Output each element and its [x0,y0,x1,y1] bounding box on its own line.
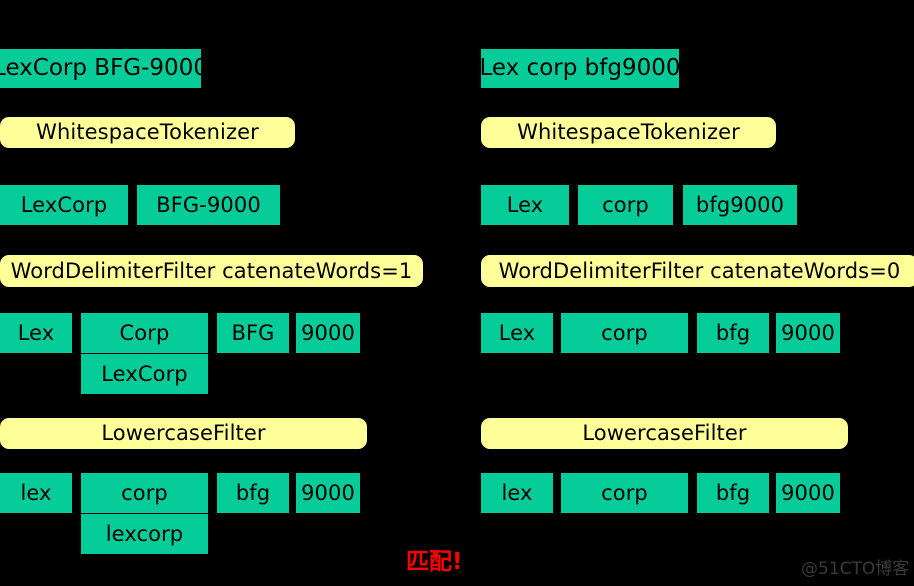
right-token-bfg-lower: bfg [697,473,769,513]
left-token-lex-lower: lex [0,473,72,513]
right-token-9000-wdf: 9000 [776,313,840,353]
right-token-corp-lower: corp [561,473,688,513]
site-watermark: @51CTO博客 [801,559,910,579]
left-filter-word-delimiter: WordDelimiterFilter catenateWords=1 [0,255,423,287]
left-token-9000-lower: 9000 [296,473,360,513]
right-token-corp: corp [578,185,673,225]
diagram-canvas: LexCorp BFG-9000 WhitespaceTokenizer Lex… [0,0,914,586]
right-token-bfg-wdf: bfg [697,313,769,353]
left-token-catenated-lexcorp-lower: lexcorp [81,514,208,554]
right-token-lex: Lex [481,185,569,225]
right-token-9000-lower: 9000 [776,473,840,513]
right-token-lex-lower: lex [481,473,553,513]
right-filter-word-delimiter: WordDelimiterFilter catenateWords=0 [481,255,914,287]
left-token-9000: 9000 [296,313,360,353]
left-filter-lowercase: LowercaseFilter [0,418,367,449]
right-source-text: Lex corp bfg9000 [480,49,681,88]
right-token-corp-wdf: corp [561,313,688,353]
left-token-bfg: BFG [217,313,289,353]
left-token-lex: Lex [0,313,72,353]
left-token-bfg-lower: bfg [217,473,289,513]
right-token-lex-wdf: Lex [481,313,553,353]
left-token-catenated-lexcorp: LexCorp [81,354,208,394]
right-filter-whitespace-tokenizer: WhitespaceTokenizer [481,117,776,148]
left-filter-whitespace-tokenizer: WhitespaceTokenizer [0,117,295,148]
left-token-corp: Corp [81,313,208,354]
left-token-bfg-9000: BFG-9000 [137,185,280,225]
left-source-text: LexCorp BFG-9000 [0,49,208,88]
match-annotation: 匹配! [406,549,463,575]
left-token-lexcorp: LexCorp [0,185,128,225]
left-token-corp-lower: corp [81,473,208,514]
right-token-bfg9000: bfg9000 [683,185,797,225]
right-filter-lowercase: LowercaseFilter [481,418,848,449]
